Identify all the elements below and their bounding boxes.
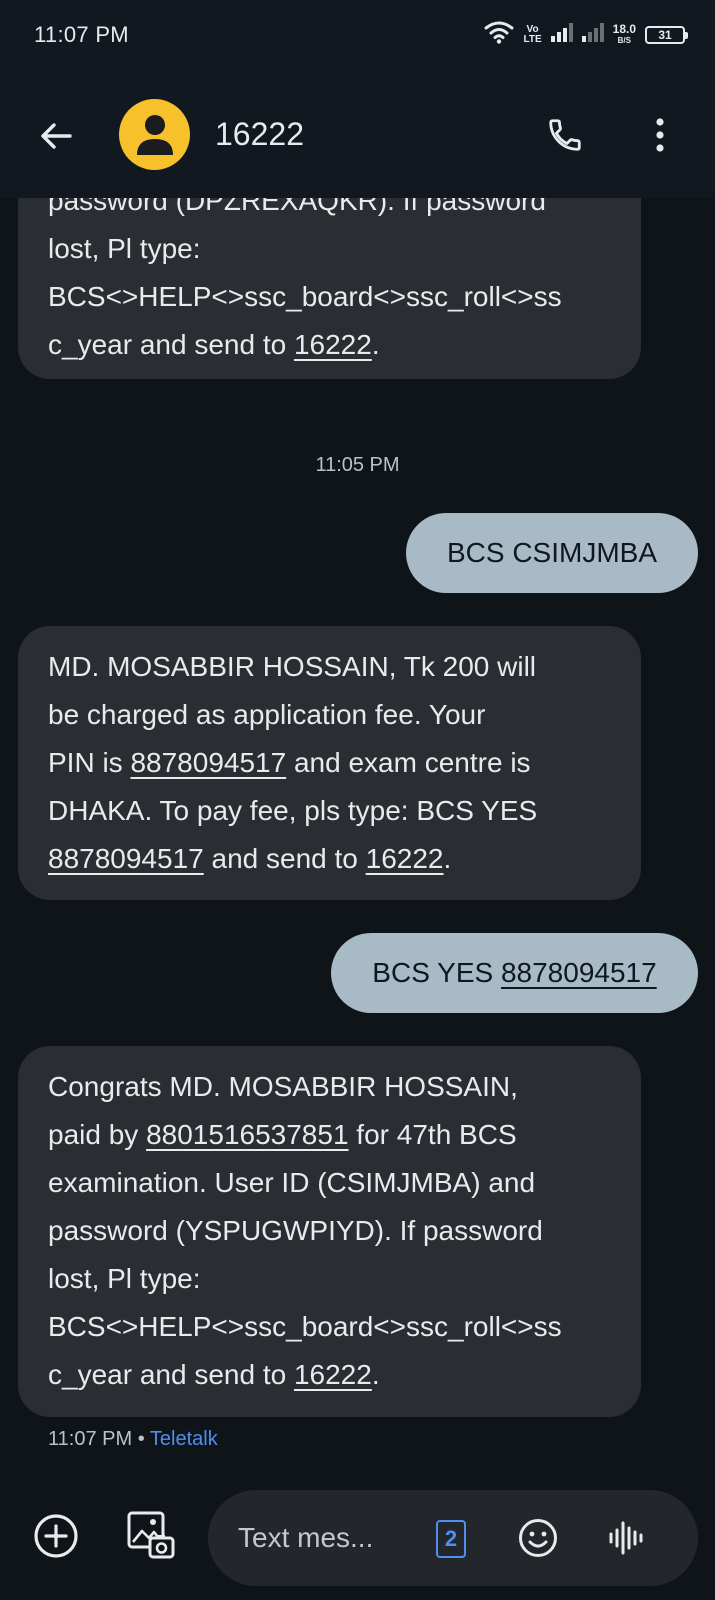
message-line: lost, Pl type: <box>48 233 201 264</box>
message-line: c_year and send to 16222. <box>48 1351 611 1399</box>
attach-button[interactable] <box>30 1510 82 1562</box>
message-line: 8878094517 and send to 16222. <box>48 835 611 883</box>
avatar[interactable] <box>119 99 190 170</box>
call-button[interactable] <box>540 110 590 160</box>
message-line: BCS<>HELP<>ssc_board<>ssc_roll<>ss <box>48 1311 562 1342</box>
message-text: and exam centre is <box>286 747 531 778</box>
message-text: and send to <box>203 843 366 874</box>
message-line: PIN is 8878094517 and exam centre is <box>48 739 611 787</box>
message-text: paid by <box>48 1119 147 1150</box>
phone-icon <box>549 119 581 151</box>
message-text: . <box>371 1359 380 1390</box>
incoming-message[interactable]: Congrats MD. MOSABBIR HOSSAIN, paid by 8… <box>18 1046 641 1417</box>
message-thread[interactable]: password (DPZREXAQKR). If password lost,… <box>0 0 715 1600</box>
message-line: DHAKA. To pay fee, pls type: BCS YES <box>48 795 538 826</box>
message-line: MD. MOSABBIR HOSSAIN, Tk 200 will <box>48 651 537 682</box>
gallery-icon <box>127 1511 175 1559</box>
outgoing-message[interactable]: BCS CSIMJMBA <box>406 513 698 593</box>
pin-link[interactable]: 8878094517 <box>48 843 204 874</box>
person-icon <box>136 114 173 155</box>
sim-icon[interactable]: 2 <box>436 1520 466 1558</box>
add-icon <box>34 1514 78 1558</box>
voice-button[interactable] <box>606 1518 646 1558</box>
message-text: BCS CSIMJMBA <box>446 537 658 568</box>
sim-number: 2 <box>444 1526 458 1551</box>
contact-name: 16222 <box>215 116 304 152</box>
message-meta: 11:07 PM • Teletalk <box>48 1428 218 1451</box>
incoming-message[interactable]: MD. MOSABBIR HOSSAIN, Tk 200 will be cha… <box>18 626 641 900</box>
message-text: PIN is <box>48 747 131 778</box>
phone-number-link[interactable]: 16222 <box>366 843 444 874</box>
more-options-button[interactable] <box>640 110 680 160</box>
compose-bar: Text mes... 2 <box>0 1478 715 1600</box>
time-separator: 11:05 PM <box>315 454 400 476</box>
voice-icon <box>609 1521 643 1555</box>
pin-link[interactable]: 8878094517 <box>130 747 286 778</box>
message-text: . <box>443 843 452 874</box>
phone-number-link[interactable]: 16222 <box>294 329 372 360</box>
message-line: be charged as application fee. Your <box>48 699 486 730</box>
message-text: BCS YES <box>372 957 501 988</box>
gallery-button[interactable] <box>124 1508 178 1562</box>
conversation-header: 16222 <box>0 72 715 198</box>
back-button[interactable] <box>32 112 80 160</box>
message-line: Congrats MD. MOSABBIR HOSSAIN, <box>48 1071 518 1102</box>
message-line: paid by 8801516537851 for 47th BCS <box>48 1111 611 1159</box>
carrier-label: Teletalk <box>149 1428 218 1450</box>
message-text: c_year and send to <box>48 1359 294 1390</box>
phone-number-link[interactable]: 8801516537851 <box>146 1119 348 1150</box>
messages-screen: password (DPZREXAQKR). If password lost,… <box>0 0 715 1600</box>
message-line: lost, Pl type: <box>48 1263 201 1294</box>
emoji-icon <box>519 1519 557 1557</box>
message-text: BCS YES 8878094517 <box>372 949 656 997</box>
message-timestamp: 11:07 PM <box>48 1428 133 1450</box>
meta-separator: • <box>137 1428 145 1450</box>
message-text: for 47th BCS <box>348 1119 517 1150</box>
outgoing-message[interactable]: BCS YES 8878094517 <box>331 933 698 1013</box>
emoji-button[interactable] <box>516 1516 560 1560</box>
message-line: examination. User ID (CSIMJMBA) and <box>48 1167 536 1198</box>
message-line: BCS<>HELP<>ssc_board<>ssc_roll<>ss <box>48 281 562 312</box>
message-input[interactable]: Text mes... 2 <box>208 1490 698 1586</box>
message-input-placeholder: Text mes... <box>238 1522 374 1553</box>
message-line: c_year and send to 16222. <box>48 321 611 369</box>
more-vert-icon <box>656 118 664 152</box>
back-arrow-icon <box>41 123 72 149</box>
message-text: . <box>371 329 380 360</box>
message-text: c_year and send to <box>48 329 294 360</box>
message-line: password (YSPUGWPIYD). If password <box>48 1215 543 1246</box>
pin-link[interactable]: 8878094517 <box>501 957 657 988</box>
phone-number-link[interactable]: 16222 <box>294 1359 372 1390</box>
